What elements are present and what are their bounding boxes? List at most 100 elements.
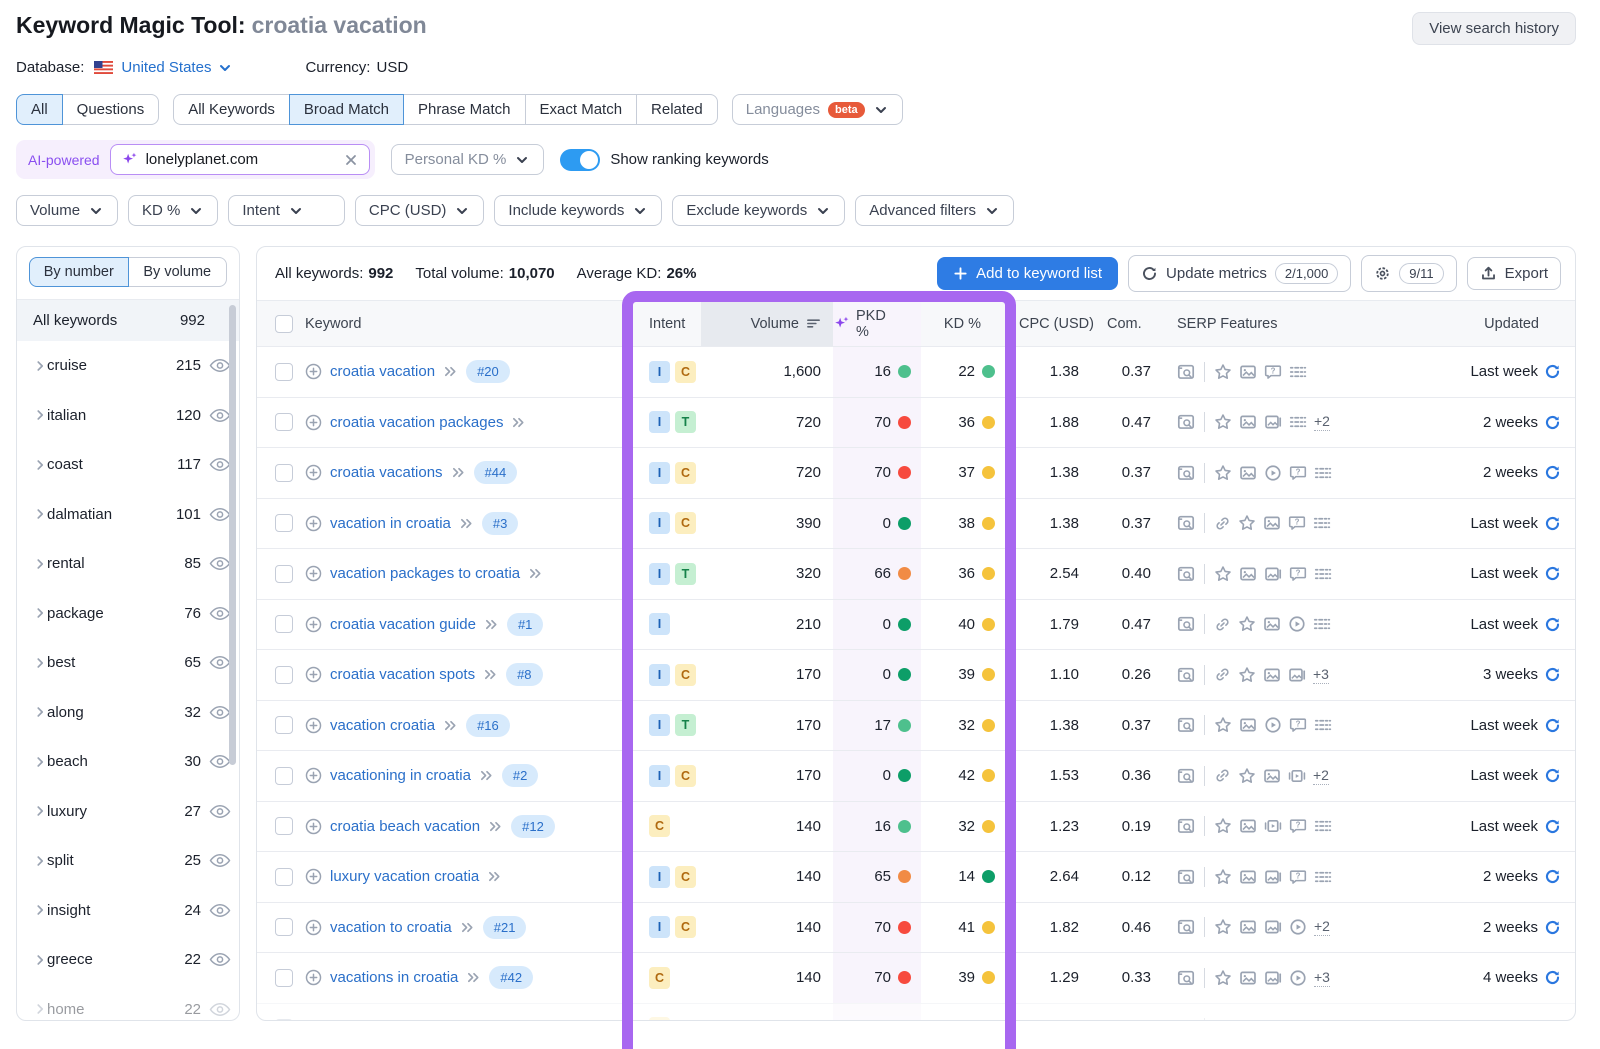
sidebar-tab-by-volume[interactable]: By volume: [128, 257, 228, 287]
add-to-keyword-list-button[interactable]: Add to keyword list: [937, 257, 1118, 290]
intent-badge-c[interactable]: C: [649, 815, 670, 837]
intent-badge-c[interactable]: C: [675, 916, 696, 938]
filter-dropdown-volume[interactable]: Volume: [16, 195, 118, 226]
tab-all[interactable]: All: [16, 94, 63, 125]
row-checkbox[interactable]: [275, 363, 293, 381]
intent-badge-c[interactable]: C: [675, 765, 696, 787]
intent-badge-i[interactable]: I: [649, 462, 670, 484]
refresh-metrics-icon[interactable]: [1544, 616, 1561, 633]
intent-badge-c[interactable]: C: [675, 361, 696, 383]
column-header-serp[interactable]: SERP Features: [1159, 301, 1346, 346]
intent-badge-i[interactable]: I: [649, 563, 670, 585]
keyword-link[interactable]: croatia vacation: [330, 363, 435, 380]
refresh-metrics-icon[interactable]: [1544, 464, 1561, 481]
keyword-link[interactable]: croatia vacations: [330, 464, 443, 481]
row-checkbox[interactable]: [275, 565, 293, 583]
refresh-metrics-icon[interactable]: [1544, 565, 1561, 582]
show-ranking-toggle[interactable]: [560, 149, 600, 171]
filter-dropdown-exclude-keywords[interactable]: Exclude keywords: [672, 195, 845, 226]
filter-dropdown-intent[interactable]: Intent: [228, 195, 345, 226]
hide-group-eye-icon[interactable]: [209, 705, 231, 720]
row-checkbox[interactable]: [275, 716, 293, 734]
serp-preview-icon[interactable]: [1177, 817, 1195, 835]
sidebar-group-luxury[interactable]: luxury27: [17, 787, 239, 837]
ranking-position-badge[interactable]: #44: [474, 461, 518, 484]
row-checkbox[interactable]: [275, 918, 293, 936]
column-header-intent[interactable]: Intent: [635, 301, 701, 346]
filter-dropdown-kd-[interactable]: KD %: [128, 195, 218, 226]
sidebar-group-split[interactable]: split25: [17, 836, 239, 886]
ranking-position-badge[interactable]: #3: [482, 512, 518, 535]
keyword-link[interactable]: vacation packages to croatia: [330, 565, 520, 582]
keyword-link[interactable]: vacations in croatia: [330, 969, 458, 986]
hide-group-eye-icon[interactable]: [209, 903, 231, 918]
tab-exact-match[interactable]: Exact Match: [525, 94, 638, 125]
intent-badge-i[interactable]: I: [649, 866, 670, 888]
hide-group-eye-icon[interactable]: [209, 952, 231, 967]
clear-input-icon[interactable]: [343, 152, 359, 168]
ranking-position-badge[interactable]: #8: [506, 663, 542, 686]
row-checkbox[interactable]: [275, 464, 293, 482]
hide-group-eye-icon[interactable]: [209, 556, 231, 571]
intent-badge-i[interactable]: I: [649, 361, 670, 383]
filter-dropdown-cpc-usd-[interactable]: CPC (USD): [355, 195, 485, 226]
view-search-history-button[interactable]: View search history: [1412, 12, 1576, 45]
refresh-metrics-icon[interactable]: [1544, 363, 1561, 380]
serp-preview-icon[interactable]: [1177, 565, 1195, 583]
ranking-position-badge[interactable]: #1: [507, 613, 543, 636]
hide-group-eye-icon[interactable]: [209, 754, 231, 769]
column-header-keyword[interactable]: Keyword: [301, 301, 635, 346]
serp-preview-icon[interactable]: [1177, 969, 1195, 987]
tab-broad-match[interactable]: Broad Match: [289, 94, 404, 125]
keyword-link[interactable]: croatia vacation spots: [330, 666, 475, 683]
intent-badge-i[interactable]: I: [649, 714, 670, 736]
intent-badge-t[interactable]: T: [675, 411, 696, 433]
export-button[interactable]: Export: [1467, 257, 1561, 290]
serp-preview-icon[interactable]: [1177, 918, 1195, 936]
intent-badge-c[interactable]: C: [675, 462, 696, 484]
domain-input[interactable]: lonelyplanet.com: [110, 144, 370, 175]
refresh-metrics-icon[interactable]: [1544, 414, 1561, 431]
serp-preview-icon[interactable]: [1177, 514, 1195, 532]
hide-group-eye-icon[interactable]: [209, 606, 231, 621]
hide-group-eye-icon[interactable]: [209, 457, 231, 472]
filter-dropdown-advanced-filters[interactable]: Advanced filters: [855, 195, 1014, 226]
row-checkbox[interactable]: [275, 767, 293, 785]
sidebar-group-greece[interactable]: greece22: [17, 935, 239, 985]
tab-questions[interactable]: Questions: [62, 94, 160, 125]
sidebar-scrollbar[interactable]: [229, 305, 236, 765]
serp-preview-icon[interactable]: [1177, 464, 1195, 482]
sidebar-group-package[interactable]: package76: [17, 589, 239, 639]
intent-badge-i[interactable]: I: [649, 765, 670, 787]
keyword-link[interactable]: croatia vacation package deals: [330, 1020, 536, 1021]
ranking-position-badge[interactable]: #42: [489, 966, 533, 989]
ranking-position-badge[interactable]: #21: [483, 916, 527, 939]
serp-more-count[interactable]: +2: [1314, 918, 1330, 936]
serp-preview-icon[interactable]: [1177, 716, 1195, 734]
hide-group-eye-icon[interactable]: [209, 1002, 231, 1017]
intent-badge-i[interactable]: I: [649, 411, 670, 433]
hide-group-eye-icon[interactable]: [209, 655, 231, 670]
serp-more-count[interactable]: +2: [1314, 413, 1330, 431]
keyword-link[interactable]: croatia vacation guide: [330, 616, 476, 633]
serp-more-count[interactable]: +2: [1313, 767, 1329, 785]
hide-group-eye-icon[interactable]: [209, 804, 231, 819]
refresh-metrics-icon[interactable]: [1544, 969, 1561, 986]
intent-badge-t[interactable]: T: [675, 714, 696, 736]
sidebar-group-insight[interactable]: insight24: [17, 886, 239, 936]
ranking-position-badge[interactable]: #20: [466, 360, 510, 383]
refresh-metrics-icon[interactable]: [1544, 767, 1561, 784]
column-header-updated[interactable]: Updated: [1346, 301, 1575, 346]
serp-more-count[interactable]: +3: [1313, 666, 1329, 684]
languages-dropdown[interactable]: Languages beta: [732, 94, 903, 125]
column-header-pkd[interactable]: PKD %: [833, 301, 921, 346]
serp-preview-icon[interactable]: [1177, 615, 1195, 633]
sidebar-group-best[interactable]: best65: [17, 638, 239, 688]
row-checkbox[interactable]: [275, 969, 293, 987]
serp-preview-icon[interactable]: [1177, 413, 1195, 431]
keyword-link[interactable]: vacationing in croatia: [330, 767, 471, 784]
domain-input-value[interactable]: lonelyplanet.com: [146, 151, 335, 168]
intent-badge-c[interactable]: C: [675, 664, 696, 686]
serp-preview-icon[interactable]: [1177, 363, 1195, 381]
sidebar-group-italian[interactable]: italian120: [17, 391, 239, 441]
